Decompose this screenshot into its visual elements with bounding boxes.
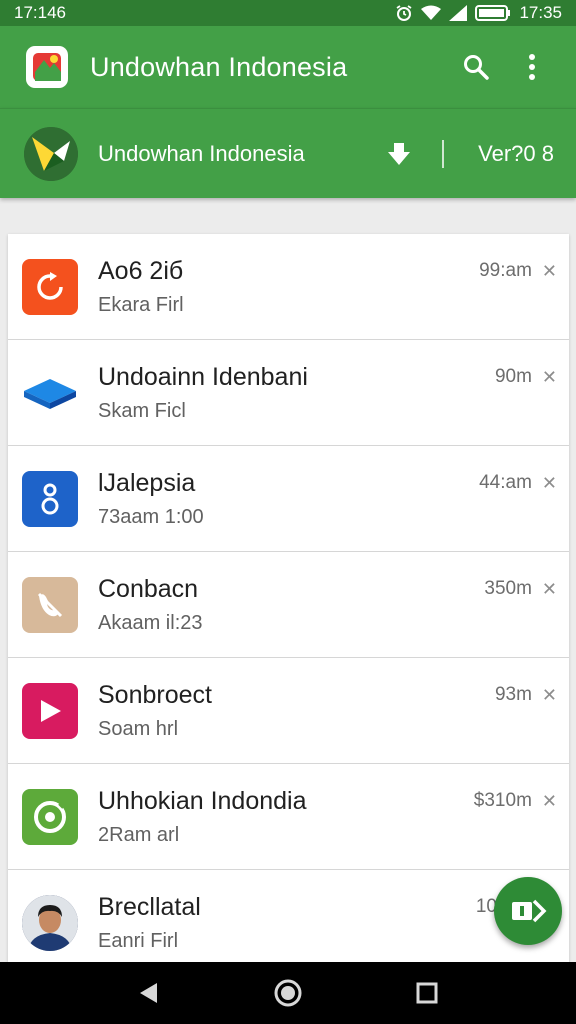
list-item[interactable]: Brecllatal Eanri Firl 10 bbox=[8, 870, 569, 962]
signal-icon bbox=[449, 5, 468, 21]
item-time: 44:am bbox=[479, 472, 532, 493]
forward-fab-button[interactable] bbox=[494, 877, 562, 945]
version-label: Ver?0 8 bbox=[478, 140, 554, 166]
item-subtitle: Soam hrl bbox=[98, 717, 179, 740]
home-icon bbox=[274, 979, 302, 1007]
home-button[interactable] bbox=[268, 973, 308, 1013]
app-title: Undowhan Indonesia bbox=[90, 51, 348, 82]
list-item[interactable]: Undoainn Idenbani Skam Ficl 90m ✕ bbox=[8, 340, 569, 446]
forward-icon bbox=[512, 899, 547, 923]
list-item[interactable]: Uhhokian Indondia 2Ram arl $310m ✕ bbox=[8, 764, 569, 870]
app-bar: Undowhan Indonesia bbox=[0, 26, 576, 108]
app-emblem-icon bbox=[24, 126, 78, 181]
list-item[interactable]: Ao6 2iб Ekara Firl 99:am ✕ bbox=[8, 234, 569, 340]
recents-button[interactable] bbox=[407, 973, 447, 1013]
alarm-icon bbox=[396, 5, 412, 21]
divider bbox=[442, 139, 445, 168]
close-icon[interactable]: ✕ bbox=[542, 791, 557, 812]
item-time: 90m bbox=[494, 366, 532, 387]
battery-icon bbox=[475, 5, 511, 21]
notification-list[interactable]: Ao6 2iб Ekara Firl 99:am ✕ Undoainn Iden… bbox=[8, 234, 569, 962]
item-title: Undoainn Idenbani bbox=[98, 362, 308, 391]
download-button[interactable] bbox=[382, 137, 416, 171]
app-info-title: Undowhan Indonesia bbox=[98, 140, 305, 166]
close-icon[interactable]: ✕ bbox=[542, 367, 557, 388]
back-button[interactable] bbox=[129, 973, 169, 1013]
wifi-icon bbox=[421, 5, 442, 20]
item-subtitle: Ekara Firl bbox=[98, 293, 184, 316]
info-app-icon bbox=[22, 470, 78, 527]
item-subtitle: 73aam 1:00 bbox=[98, 505, 204, 528]
item-subtitle: 2Ram arl bbox=[98, 823, 180, 846]
recents-icon bbox=[416, 982, 438, 1004]
search-button[interactable] bbox=[454, 45, 498, 89]
list-item[interactable]: lJalepsia 73aam 1:00 44:am ✕ bbox=[8, 446, 569, 552]
list-item[interactable]: Sonbroect Soam hrl 93m ✕ bbox=[8, 658, 569, 764]
item-time: 350m bbox=[484, 578, 532, 599]
box-app-icon bbox=[22, 365, 78, 421]
back-icon bbox=[140, 983, 158, 1003]
more-vert-icon bbox=[529, 54, 535, 80]
close-icon[interactable]: ✕ bbox=[542, 261, 557, 282]
navigation-bar bbox=[0, 962, 576, 1024]
status-time: 17:146 bbox=[14, 3, 66, 22]
avatar bbox=[22, 895, 78, 951]
item-subtitle: Akaam il:23 bbox=[98, 611, 203, 634]
app-info-bar: Undowhan Indonesia Ver?0 8 bbox=[0, 108, 576, 198]
target-app-icon bbox=[22, 788, 78, 845]
item-time: 93m bbox=[494, 684, 532, 705]
close-icon[interactable]: ✕ bbox=[542, 473, 557, 494]
close-icon[interactable]: ✕ bbox=[542, 685, 557, 706]
item-subtitle: Eanri Firl bbox=[98, 930, 179, 952]
status-bar: 17:146 17:35 bbox=[0, 0, 576, 26]
download-icon bbox=[388, 142, 411, 165]
list-item[interactable]: Conbacn Akaam il:23 350m ✕ bbox=[8, 552, 569, 658]
close-icon[interactable]: ✕ bbox=[542, 579, 557, 600]
status-time-right: 17:35 bbox=[519, 3, 562, 22]
more-options-button[interactable] bbox=[510, 45, 554, 89]
status-icons: 17:35 bbox=[395, 3, 562, 23]
app-logo-icon bbox=[26, 46, 68, 88]
item-subtitle: Skam Ficl bbox=[98, 399, 186, 422]
phone-off-icon bbox=[22, 576, 78, 633]
item-title: Sonbroect bbox=[98, 680, 212, 709]
play-icon bbox=[22, 682, 78, 739]
search-icon bbox=[464, 55, 489, 80]
item-time: 99:am bbox=[479, 260, 532, 281]
refresh-app-icon bbox=[22, 258, 78, 315]
item-time: $310m bbox=[473, 790, 532, 811]
